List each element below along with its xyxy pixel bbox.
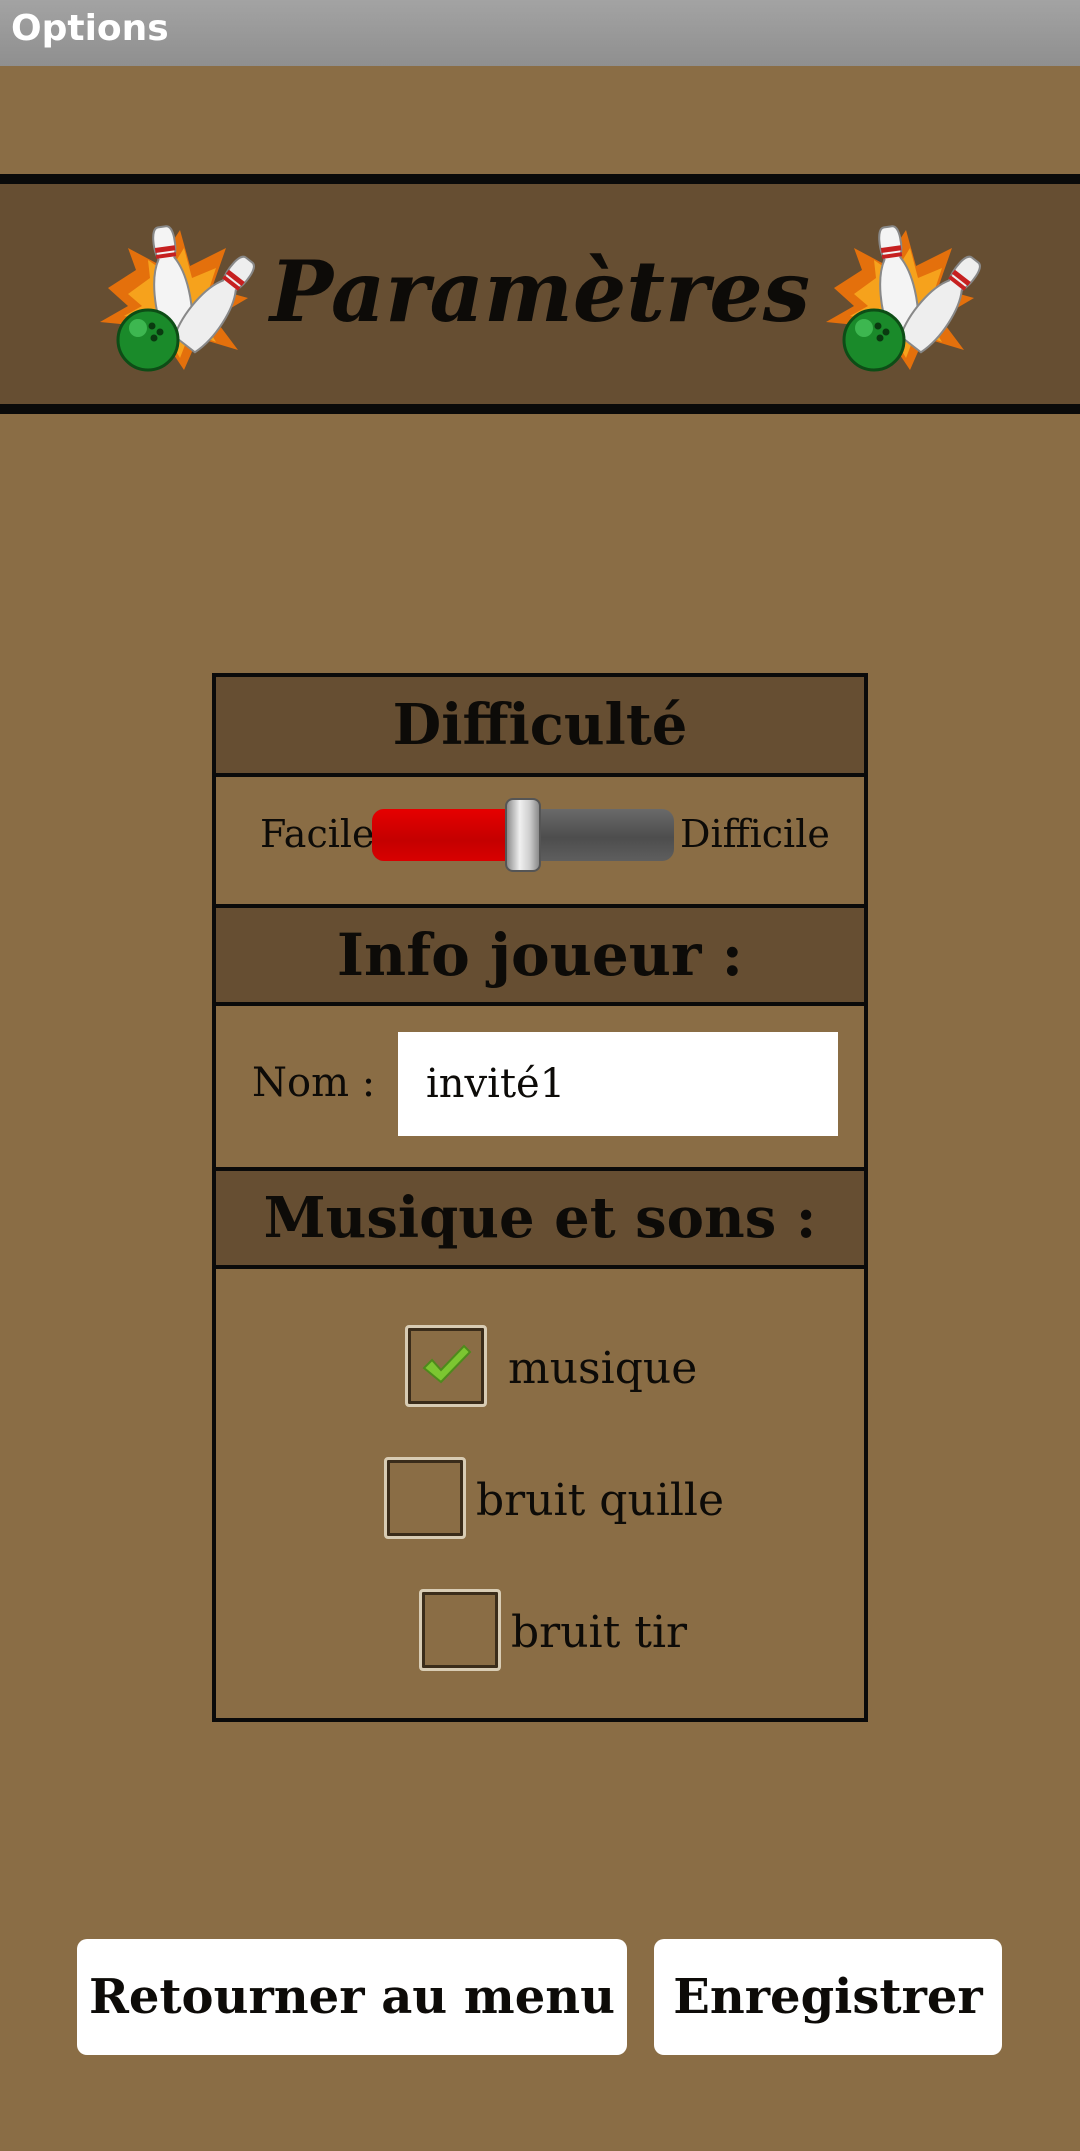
difficulty-heading: Difficulté xyxy=(216,677,864,773)
divider xyxy=(216,1002,864,1006)
divider xyxy=(216,773,864,777)
pin-sound-label: bruit quille xyxy=(476,1475,725,1526)
shot-sound-label: bruit tir xyxy=(511,1607,688,1658)
pin-sound-checkbox[interactable] xyxy=(384,1457,466,1539)
slider-thumb[interactable] xyxy=(505,798,541,872)
name-input[interactable] xyxy=(398,1032,838,1136)
settings-panel: Difficulté Facile Difficile Info joueur … xyxy=(212,673,868,1722)
sound-heading: Musique et sons : xyxy=(216,1171,864,1265)
window-title: Options xyxy=(11,8,169,49)
save-button[interactable]: Enregistrer xyxy=(654,1939,1002,2055)
slider-fill xyxy=(372,809,523,861)
title-bar: Options xyxy=(0,0,1080,66)
music-checkbox[interactable] xyxy=(405,1325,487,1407)
back-to-menu-button[interactable]: Retourner au menu xyxy=(77,1939,627,2055)
header-banner: Paramètres xyxy=(0,174,1080,414)
slider-min-label: Facile xyxy=(260,812,375,856)
name-label: Nom : xyxy=(252,1060,376,1106)
divider xyxy=(216,1265,864,1269)
checkmark-icon xyxy=(422,1344,472,1384)
slider-max-label: Difficile xyxy=(680,812,830,856)
bowling-pins-icon xyxy=(826,225,981,372)
player-info-heading: Info joueur : xyxy=(216,908,864,1002)
music-label: musique xyxy=(508,1343,698,1394)
shot-sound-checkbox[interactable] xyxy=(419,1589,501,1671)
